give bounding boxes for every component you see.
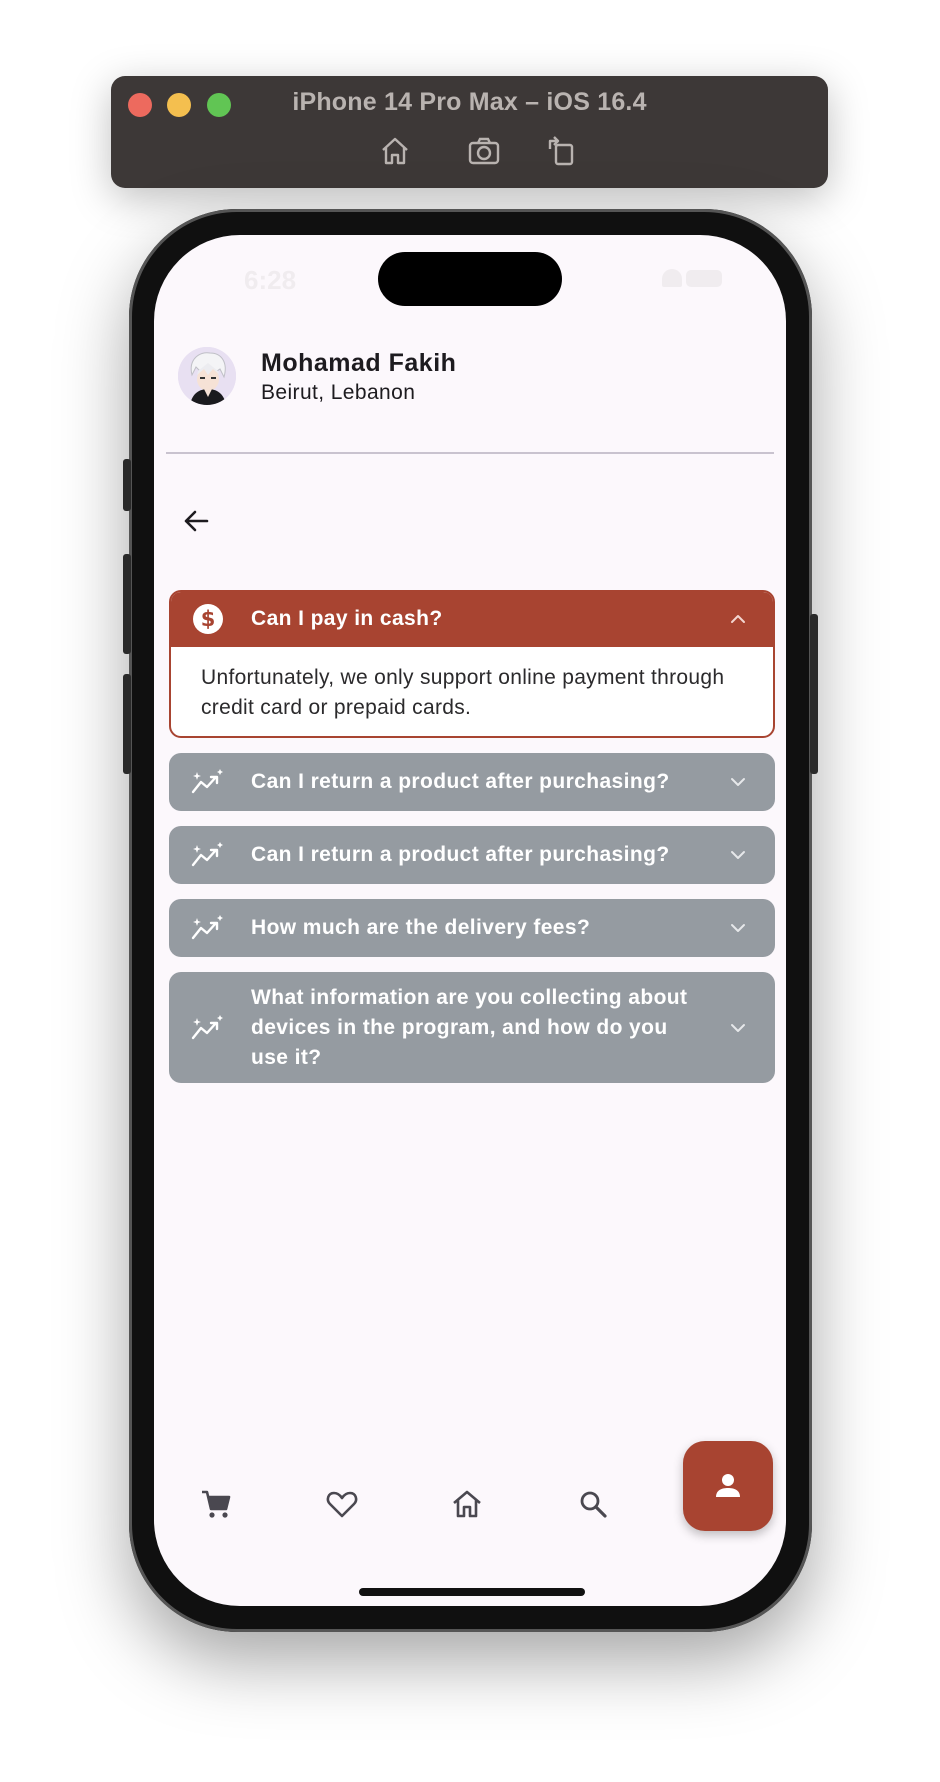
- faq-item-header[interactable]: $ Can I pay in cash?: [171, 592, 773, 647]
- nav-profile-fab[interactable]: [683, 1441, 773, 1531]
- faq-item-expanded: $ Can I pay in cash? Unfortunately, we o…: [169, 590, 775, 738]
- chevron-down-icon: [731, 924, 745, 932]
- home-icon[interactable]: [377, 134, 413, 168]
- app-screen: 6:28 Mohamad Fakih Beirut, Lebanon $ Can…: [154, 235, 786, 1606]
- simulator-window-bar: iPhone 14 Pro Max – iOS 16.4: [111, 76, 828, 188]
- chevron-down-icon: [731, 778, 745, 786]
- chevron-up-icon[interactable]: [727, 608, 749, 630]
- faq-answer: Unfortunately, we only support online pa…: [201, 666, 725, 719]
- status-icons: [662, 268, 722, 288]
- rotate-icon[interactable]: [543, 134, 579, 168]
- action-button: [123, 459, 131, 511]
- person-icon: [716, 1474, 740, 1497]
- chevron-down-icon: [731, 1023, 745, 1032]
- back-button[interactable]: [174, 499, 218, 543]
- user-location: Beirut, Lebanon: [261, 381, 416, 404]
- search-icon: [580, 1491, 607, 1518]
- svg-text:$: $: [201, 607, 216, 631]
- user-name: Mohamad Fakih: [261, 349, 457, 377]
- faq-item[interactable]: Can I return a product after purchasing?: [169, 753, 775, 811]
- heart-icon: [326, 1491, 358, 1518]
- volume-up-button: [123, 554, 131, 654]
- faq-question: How much are the delivery fees?: [251, 916, 591, 939]
- trending-sparkle-icon: [191, 838, 225, 872]
- wifi-icon: [662, 269, 682, 287]
- power-button: [810, 614, 818, 774]
- nav-favorites[interactable]: [322, 1484, 362, 1524]
- nav-home[interactable]: [447, 1484, 487, 1524]
- simulator-title: iPhone 14 Pro Max – iOS 16.4: [292, 88, 647, 116]
- arrow-back-icon: [184, 510, 209, 532]
- nav-cart[interactable]: [196, 1484, 236, 1524]
- faq-item[interactable]: How much are the delivery fees?: [169, 899, 775, 957]
- header-divider: [166, 452, 774, 454]
- faq-question: Can I return a product after purchasing?: [251, 843, 670, 866]
- status-time: 6:28: [244, 265, 297, 295]
- home-icon: [453, 1490, 481, 1518]
- nav-search[interactable]: [573, 1484, 613, 1524]
- screenshot-icon[interactable]: [466, 134, 502, 168]
- faq-item[interactable]: Can I return a product after purchasing?: [169, 826, 775, 884]
- iphone-frame: 6:28 Mohamad Fakih Beirut, Lebanon $ Can…: [123, 209, 818, 1632]
- cart-icon: [202, 1490, 231, 1518]
- faq-item[interactable]: What information are you collecting abou…: [169, 972, 775, 1083]
- trending-sparkle-icon: [191, 1011, 225, 1045]
- faq-question: Can I pay in cash?: [251, 606, 443, 630]
- trending-sparkle-icon: [191, 911, 225, 945]
- chevron-down-icon: [731, 851, 745, 859]
- trending-sparkle-icon: [191, 765, 225, 799]
- faq-question: What information are you collecting abou…: [251, 985, 688, 1069]
- home-indicator: [359, 1588, 585, 1596]
- dynamic-island: [378, 252, 562, 306]
- battery-icon: [686, 270, 722, 287]
- faq-question: Can I return a product after purchasing?: [251, 770, 670, 793]
- dollar-circle-icon: $: [191, 602, 225, 636]
- avatar[interactable]: [178, 347, 236, 405]
- volume-down-button: [123, 674, 131, 774]
